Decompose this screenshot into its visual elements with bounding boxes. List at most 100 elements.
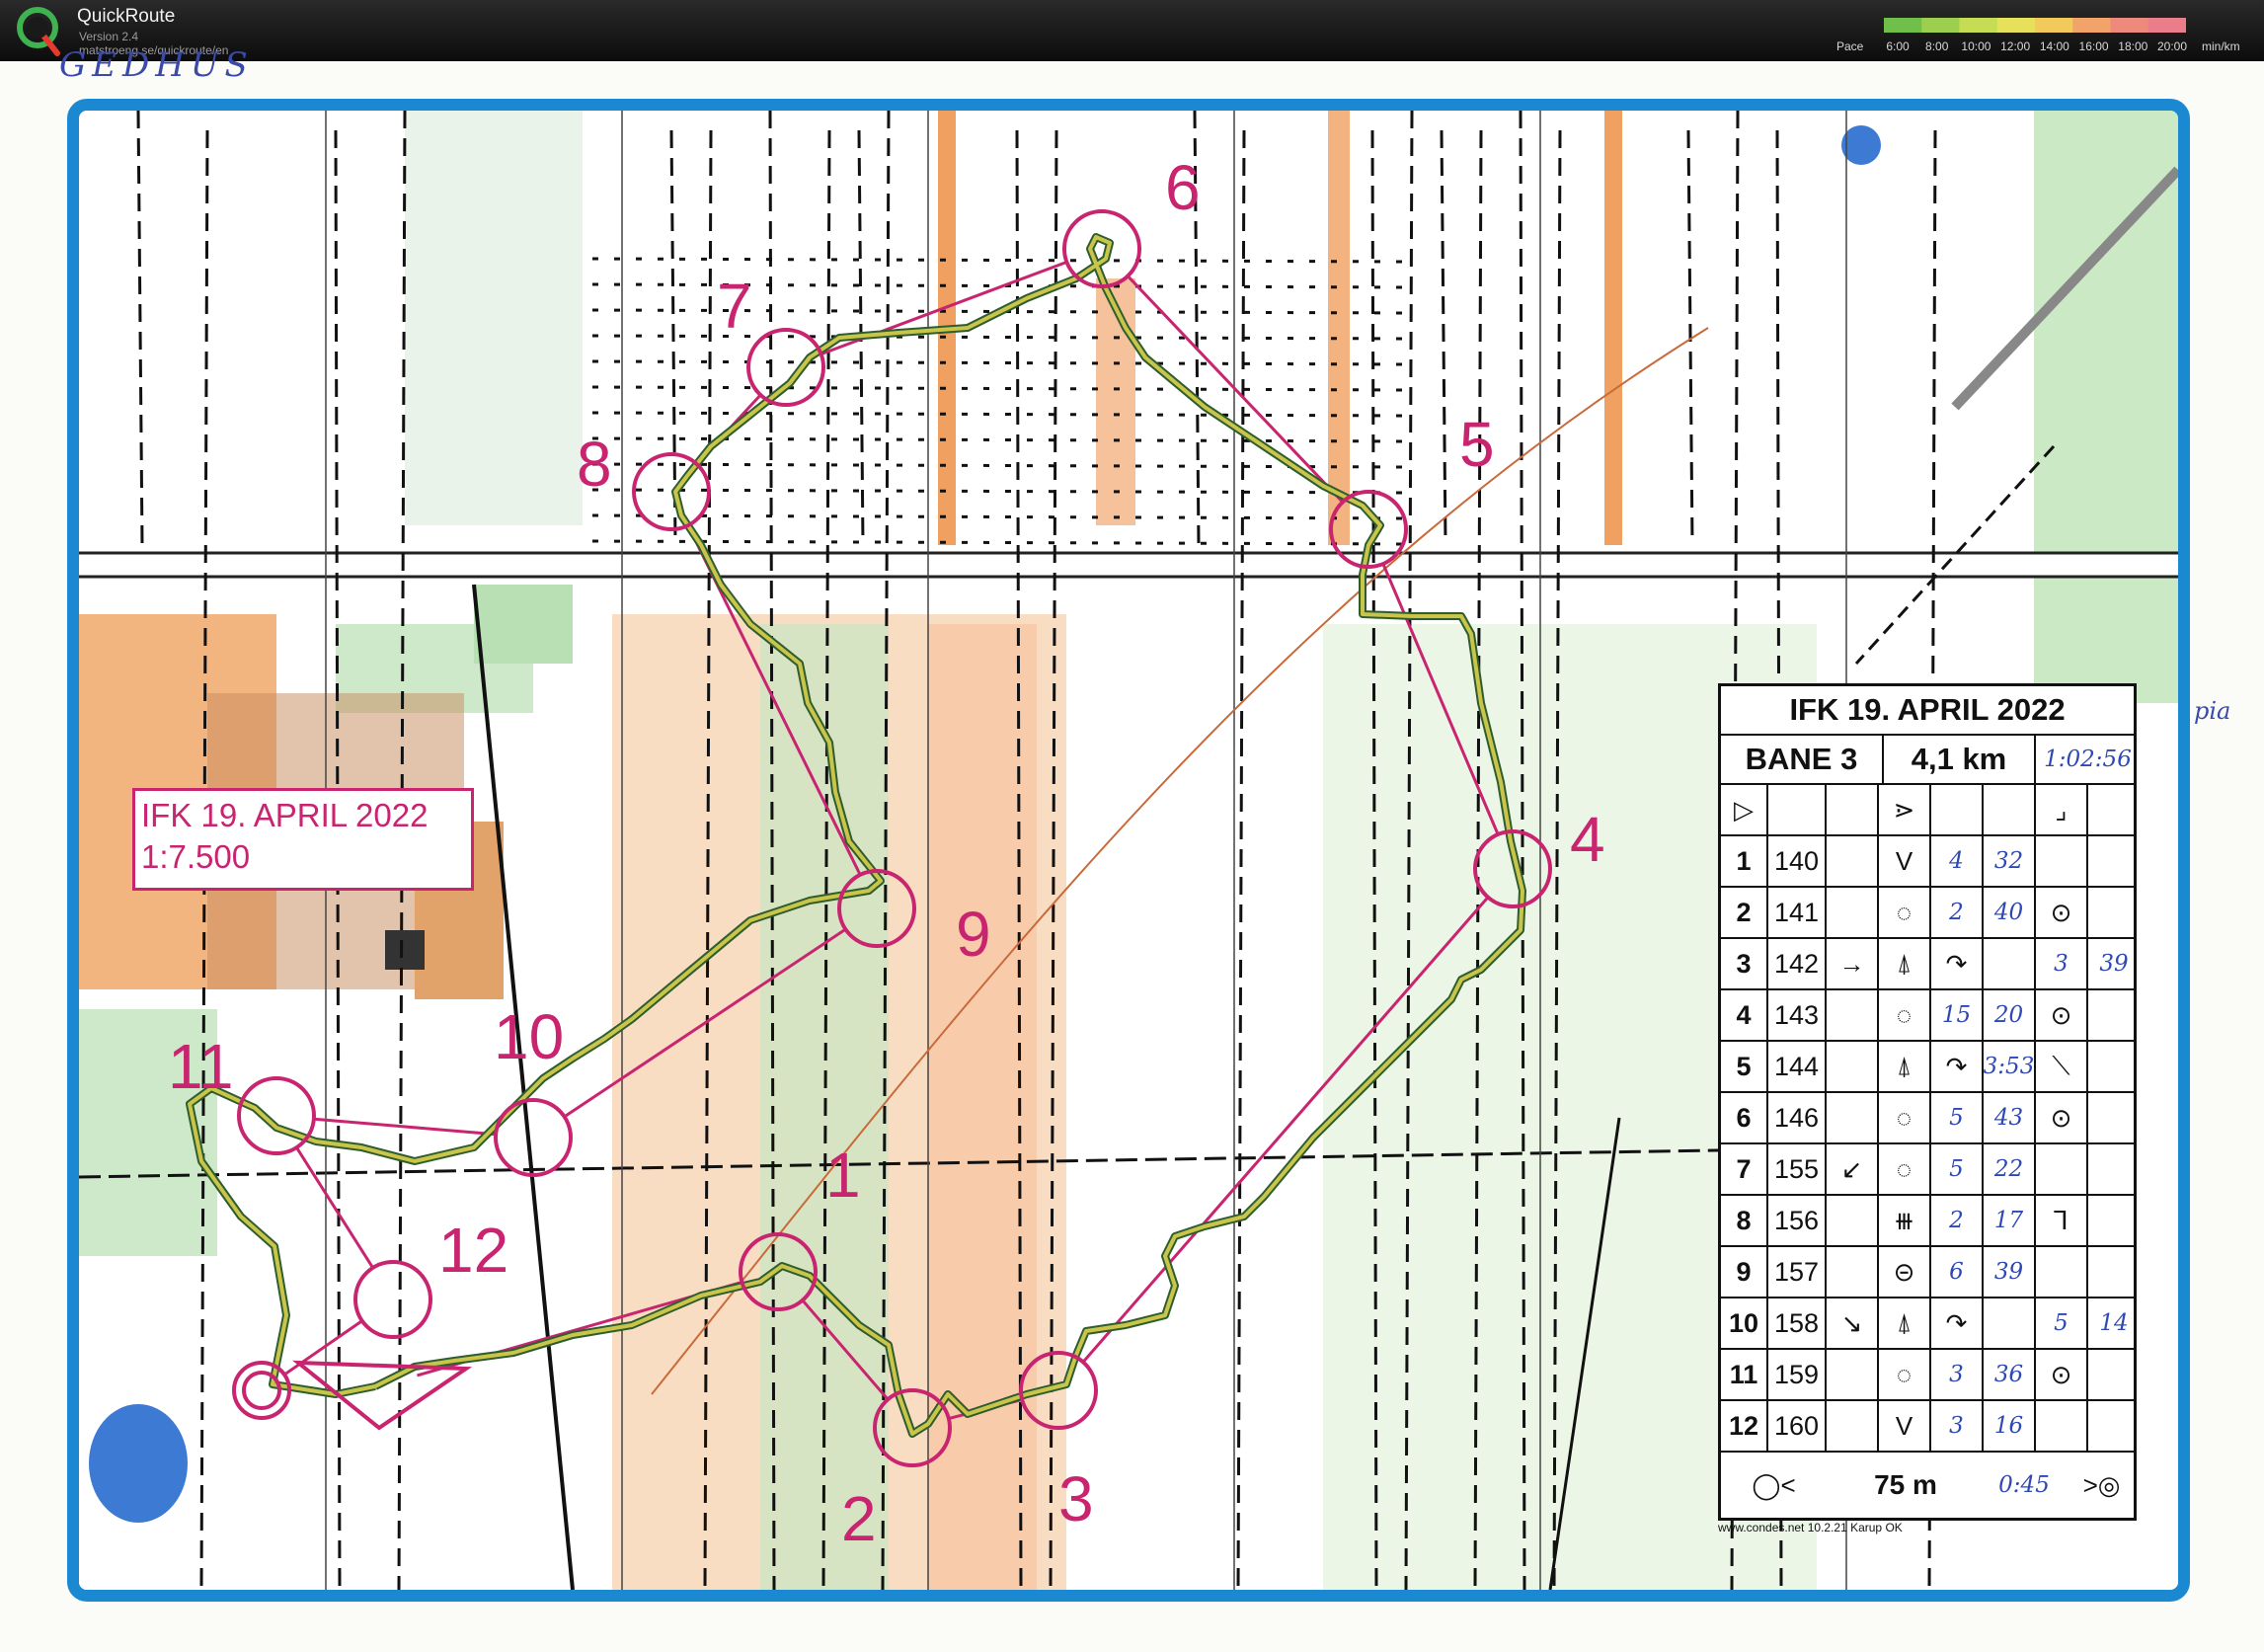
- pace-scale-segment: [1884, 18, 1922, 33]
- desc-symbol-icon: ↙: [1827, 1144, 1879, 1194]
- map-title: IFK 19. APRIL 2022: [141, 797, 429, 833]
- control-number-12: 12: [438, 1215, 508, 1286]
- app-title-bar: QuickRoute Version 2.4 matstroeng.se/qui…: [0, 0, 2264, 61]
- finish-from-icon: ◯<: [1752, 1469, 1796, 1500]
- desc-symbol-icon: [2036, 836, 2088, 886]
- pace-tick-labels: 6:00 8:00 10:00 12:00 14:00 16:00 18:00 20:00: [1884, 39, 2188, 55]
- desc-cell-total: 16: [1984, 1401, 2036, 1451]
- desc-cell-h: [2088, 1093, 2140, 1142]
- desc-symbol-icon: ◌: [1879, 1093, 1931, 1142]
- app-version: Version 2.4: [79, 30, 139, 43]
- desc-cell-code: 158: [1768, 1298, 1827, 1348]
- desc-cell-num: 7: [1721, 1144, 1768, 1194]
- desc-cell-code: 140: [1768, 836, 1827, 886]
- desc-control-row: 7 155 ↙ ◌ 5 22: [1721, 1144, 2134, 1196]
- desc-cell-num: 5: [1721, 1042, 1768, 1091]
- pace-tick: 14:00: [2039, 39, 2069, 53]
- pace-tick: 10:00: [1961, 39, 1991, 53]
- pace-tick: 20:00: [2156, 39, 2188, 53]
- desc-symbol-icon: ⟍: [2036, 1042, 2088, 1091]
- desc-symbol-icon: V: [1879, 836, 1931, 886]
- desc-symbol-icon: ⊙: [2036, 1350, 2088, 1399]
- desc-symbol-icon: [1827, 1247, 1879, 1297]
- start-symbol-icon: ▷: [1721, 785, 1768, 834]
- desc-control-row: 12 160 V 3 16: [1721, 1401, 2134, 1453]
- control-number-6: 6: [1165, 152, 1201, 223]
- control-number-10: 10: [494, 1001, 564, 1072]
- green-strip-nw: [405, 111, 583, 525]
- desc-cell-total: 32: [1984, 836, 2036, 886]
- pace-scale-segment: [2072, 18, 2111, 33]
- desc-cell-num: 4: [1721, 990, 1768, 1040]
- desc-cell-num: 6: [1721, 1093, 1768, 1142]
- desc-symbol-icon: ↘: [1827, 1298, 1879, 1348]
- ride-2: [1604, 111, 1622, 545]
- desc-symbol-icon: ◌: [1879, 990, 1931, 1040]
- desc-cell-split: 2: [1931, 1196, 1984, 1245]
- desc-symbol-icon: ◌: [1879, 888, 1931, 937]
- desc-cell-total: 22: [1984, 1144, 2036, 1194]
- desc-symbol-icon: ◌: [1879, 1350, 1931, 1399]
- desc-symbol-icon: ⊙: [2036, 1093, 2088, 1142]
- finish-distance: 75 m: [1874, 1469, 1937, 1500]
- desc-symbol-icon: ⍋: [1879, 1042, 1931, 1091]
- desc-control-row: 3 142 → ⍋ ↷ 3 39: [1721, 939, 2134, 990]
- finish-time: 0:45: [1998, 1472, 2050, 1498]
- desc-cell-num: 8: [1721, 1196, 1768, 1245]
- pace-tick: 8:00: [1925, 39, 1949, 53]
- desc-cell-total: 20: [1984, 990, 2036, 1040]
- desc-cell-split: 3: [1931, 1401, 1984, 1451]
- pace-tick: 16:00: [2078, 39, 2109, 53]
- control-number-8: 8: [577, 429, 612, 500]
- desc-cell-total: [1984, 1298, 2036, 1348]
- desc-cell-code: 155: [1768, 1144, 1827, 1194]
- desc-cell-num: 3: [1721, 939, 1768, 988]
- desc-symbol-icon: [1827, 1093, 1879, 1142]
- desc-start-row: ▷ ⋗ ⌟: [1721, 785, 2134, 836]
- pace-scale-segment: [2110, 18, 2149, 33]
- desc-cell-total: 43: [1984, 1093, 2036, 1142]
- control-number-11: 11: [168, 1031, 233, 1102]
- desc-cell-split: ↷: [1931, 1298, 1984, 1348]
- handwritten-note-top: GEDHUS: [59, 45, 254, 85]
- desc-course-name: BANE 3: [1721, 736, 1884, 783]
- desc-footer: www.condes.net 10.2.21 Karup OK: [1718, 1521, 1903, 1534]
- desc-symbol-icon: 5: [2036, 1298, 2088, 1348]
- desc-cell-num: 12: [1721, 1401, 1768, 1451]
- desc-control-row: 6 146 ◌ 5 43 ⊙: [1721, 1093, 2134, 1144]
- desc-cell-split: 5: [1931, 1093, 1984, 1142]
- ride-3: [1328, 111, 1350, 545]
- start-position-icon: ⌟: [2036, 785, 2088, 834]
- pace-scale-segment: [2147, 18, 2186, 33]
- finish-symbol-icon: >◎: [2082, 1469, 2121, 1500]
- pace-scale-segment: [1921, 18, 1960, 33]
- desc-symbol-icon: ⊙: [2036, 990, 2088, 1040]
- desc-cell-total: 3:53: [1984, 1042, 2036, 1091]
- desc-cell-h: [2088, 836, 2140, 886]
- pace-unit: min/km: [2202, 39, 2240, 53]
- desc-cell-h: [2088, 888, 2140, 937]
- map-title-box: IFK 19. APRIL 2022 1:7.500: [132, 788, 474, 891]
- pace-tick: 18:00: [2118, 39, 2148, 53]
- desc-cell-code: 159: [1768, 1350, 1827, 1399]
- desc-cell-h: [2088, 1247, 2140, 1297]
- desc-symbol-icon: ⧻: [1879, 1196, 1931, 1245]
- desc-symbol-icon: [1827, 1196, 1879, 1245]
- desc-cell-num: 10: [1721, 1298, 1768, 1348]
- desc-cell-h: [2088, 1144, 2140, 1194]
- pace-tick: 6:00: [1886, 39, 1910, 53]
- desc-total-time: 1:02:56: [2044, 747, 2132, 772]
- desc-symbol-icon: ⍋: [1879, 1298, 1931, 1348]
- pace-scale-segment: [2035, 18, 2073, 33]
- quickroute-logo-icon: [17, 7, 60, 56]
- desc-symbol-icon: [1827, 888, 1879, 937]
- desc-cell-h: 14: [2099, 1310, 2129, 1336]
- desc-cell-total: [1984, 939, 2036, 988]
- desc-cell-h: [2088, 990, 2140, 1040]
- desc-control-row: 4 143 ◌ 15 20 ⊙: [1721, 990, 2134, 1042]
- desc-control-row: 11 159 ◌ 3 36 ⊙: [1721, 1350, 2134, 1401]
- control-number-5: 5: [1459, 409, 1495, 480]
- desc-title: IFK 19. APRIL 2022: [1789, 692, 2066, 727]
- desc-symbol-icon: →: [1827, 939, 1879, 988]
- main-road: [79, 553, 2178, 577]
